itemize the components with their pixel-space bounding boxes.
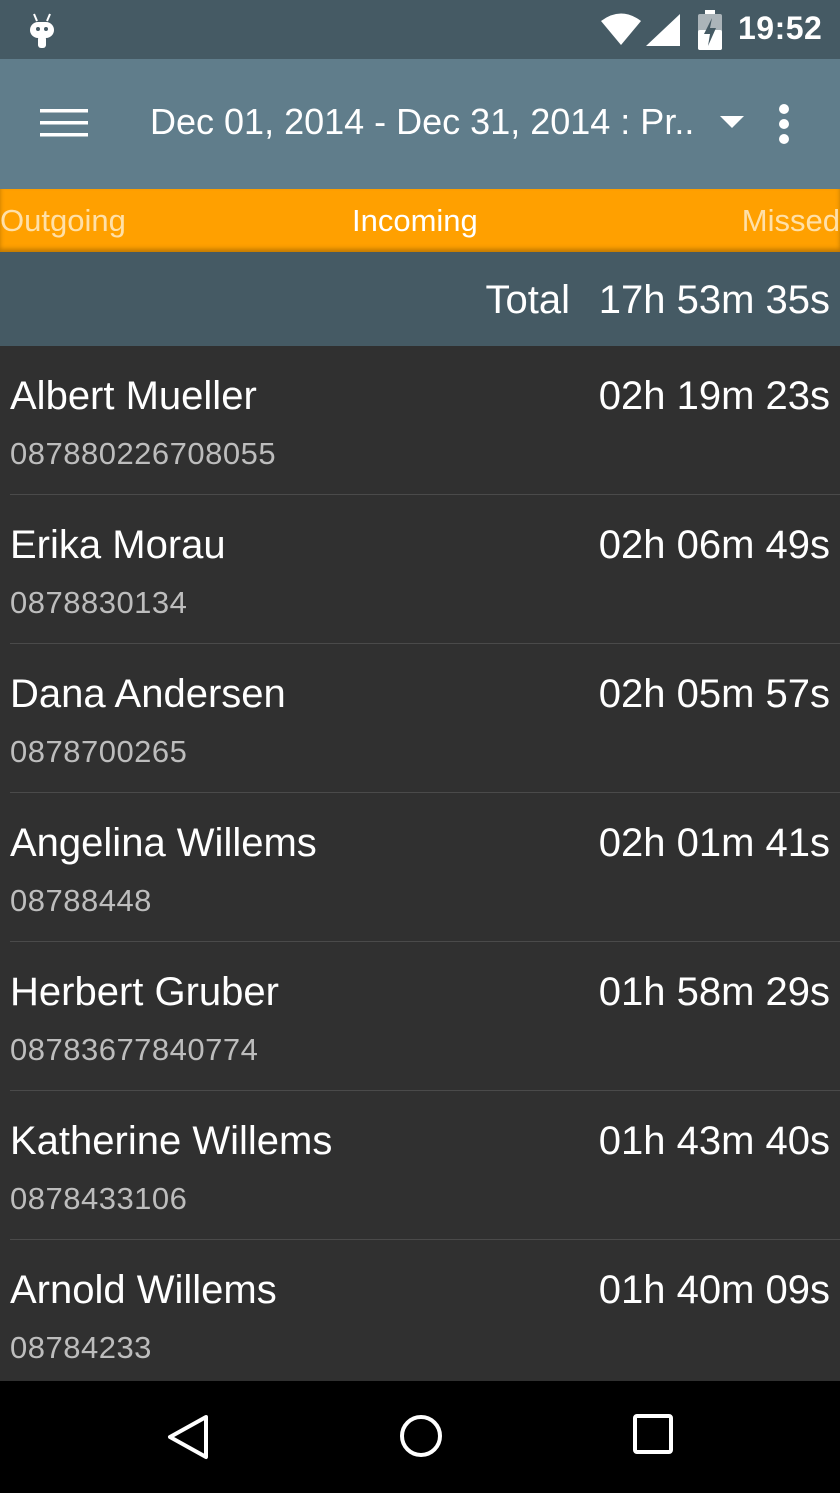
contact-name: Arnold Willems (10, 1268, 277, 1312)
home-icon[interactable] (398, 1413, 444, 1464)
contact-number: 087880226708055 (10, 436, 277, 471)
call-duration: 01h 43m 40s (598, 1119, 830, 1163)
list-item[interactable]: Herbert Gruber 08783677840774 01h 58m 29… (10, 942, 840, 1091)
list-item[interactable]: Dana Andersen 0878700265 02h 05m 57s (10, 644, 840, 793)
call-type-tabs: Outgoing Incoming Missed (0, 189, 840, 252)
tab-outgoing[interactable]: Outgoing (0, 203, 126, 239)
list-item[interactable]: Arnold Willems 08784233 01h 40m 09s (10, 1240, 840, 1388)
dropdown-arrow-icon[interactable] (718, 114, 746, 135)
total-label: Total (485, 278, 571, 322)
battery-charging-icon (698, 10, 722, 55)
menu-icon[interactable] (40, 107, 90, 139)
total-bar: Total 17h 53m 35s (0, 252, 840, 346)
wifi-icon (600, 12, 642, 51)
list-item[interactable]: Katherine Willems 0878433106 01h 43m 40s (10, 1091, 840, 1240)
contact-name: Albert Mueller (10, 374, 257, 418)
call-duration: 01h 58m 29s (598, 970, 830, 1014)
tab-missed[interactable]: Missed (742, 203, 840, 239)
call-duration: 02h 01m 41s (598, 821, 830, 865)
contact-number: 08783677840774 (10, 1032, 259, 1067)
call-duration: 02h 06m 49s (598, 523, 830, 567)
date-range-title[interactable]: Dec 01, 2014 - Dec 31, 2014 : Pr.. (150, 101, 698, 143)
call-duration: 02h 19m 23s (598, 374, 830, 418)
call-duration: 02h 05m 57s (598, 672, 830, 716)
list-item[interactable]: Angelina Willems 08788448 02h 01m 41s (10, 793, 840, 942)
back-icon[interactable] (166, 1413, 210, 1466)
android-icon (28, 12, 56, 53)
app-toolbar: Dec 01, 2014 - Dec 31, 2014 : Pr.. (0, 59, 840, 189)
contact-number: 08784233 (10, 1330, 152, 1365)
contact-name: Katherine Willems (10, 1119, 333, 1163)
recents-icon[interactable] (632, 1413, 674, 1460)
contact-number: 0878433106 (10, 1181, 188, 1216)
list-item[interactable]: Albert Mueller 087880226708055 02h 19m 2… (10, 346, 840, 495)
tab-incoming[interactable]: Incoming (352, 203, 478, 239)
call-list: Albert Mueller 087880226708055 02h 19m 2… (0, 346, 840, 1388)
total-duration: 17h 53m 35s (598, 278, 830, 322)
call-duration: 01h 40m 09s (598, 1268, 830, 1312)
contact-name: Erika Morau (10, 523, 226, 567)
status-clock: 19:52 (738, 10, 823, 46)
contact-number: 0878830134 (10, 585, 188, 620)
contact-number: 0878700265 (10, 734, 188, 769)
contact-name: Angelina Willems (10, 821, 317, 865)
contact-name: Herbert Gruber (10, 970, 279, 1014)
signal-icon (646, 14, 680, 51)
status-bar: 19:52 (0, 0, 840, 59)
list-item[interactable]: Erika Morau 0878830134 02h 06m 49s (10, 495, 840, 644)
contact-name: Dana Andersen (10, 672, 286, 716)
more-vert-icon[interactable] (772, 103, 796, 150)
system-nav-bar (0, 1381, 840, 1493)
contact-number: 08788448 (10, 883, 152, 918)
